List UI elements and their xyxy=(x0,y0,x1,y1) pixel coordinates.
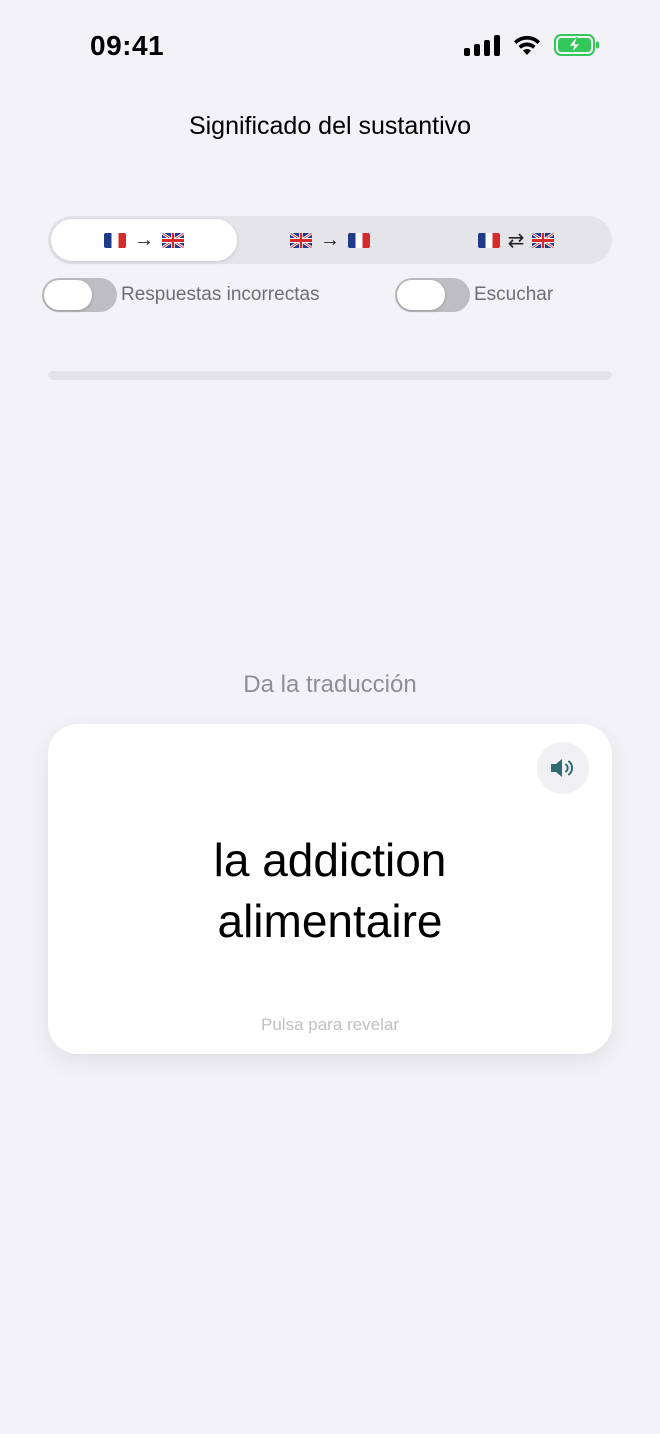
battery-charging-icon xyxy=(554,34,600,56)
listen-label: Escuchar xyxy=(474,284,554,305)
page-title: Significado del sustantivo xyxy=(188,112,472,140)
tap-to-reveal-hint: Pulsa para revelar xyxy=(261,1015,399,1034)
segment-both-directions[interactable]: ⇄ xyxy=(423,219,609,261)
screen: 09:41 Significado del sustantivo → → ⇄ R… xyxy=(0,0,660,1434)
arrow-right-icon: → xyxy=(320,228,340,251)
wifi-icon xyxy=(512,34,542,56)
wrong-answers-label: Respuestas incorrectas xyxy=(121,284,320,305)
arrow-right-icon: → xyxy=(134,228,154,251)
card-word-line2: alimentaire xyxy=(217,895,443,947)
card-word-line1: la addiction xyxy=(213,834,447,886)
flag-france-icon xyxy=(477,232,500,248)
switch-knob xyxy=(397,280,445,310)
flashcard[interactable]: la addiction alimentaire Pulsa para reve… xyxy=(48,724,612,1054)
flag-uk-icon xyxy=(162,232,184,248)
segment-en-to-fr[interactable]: → xyxy=(237,219,423,261)
quiz-prompt: Da la traducción xyxy=(243,671,417,698)
flag-uk-icon xyxy=(290,232,312,248)
arrows-swap-icon: ⇄ xyxy=(507,229,525,252)
listen-toggle-row: Escuchar xyxy=(395,278,553,312)
direction-segmented-control: → → ⇄ xyxy=(48,216,612,264)
flag-france-icon xyxy=(104,232,126,248)
switch-knob xyxy=(44,280,92,310)
speaker-icon xyxy=(551,759,573,777)
wrong-answers-toggle-row: Respuestas incorrectas xyxy=(42,278,320,312)
cellular-signal-icon xyxy=(464,34,500,56)
card-word: la addiction alimentaire xyxy=(48,830,612,952)
wrong-answers-switch[interactable] xyxy=(42,278,117,312)
status-icons xyxy=(464,34,600,56)
speaker-button[interactable] xyxy=(537,742,589,794)
flag-france-icon xyxy=(348,232,370,248)
listen-switch[interactable] xyxy=(395,278,470,312)
segment-fr-to-en[interactable]: → xyxy=(51,219,237,261)
status-bar: 09:41 xyxy=(0,0,660,96)
flag-uk-icon xyxy=(532,232,555,248)
status-time: 09:41 xyxy=(90,30,165,61)
progress-bar xyxy=(48,371,612,380)
